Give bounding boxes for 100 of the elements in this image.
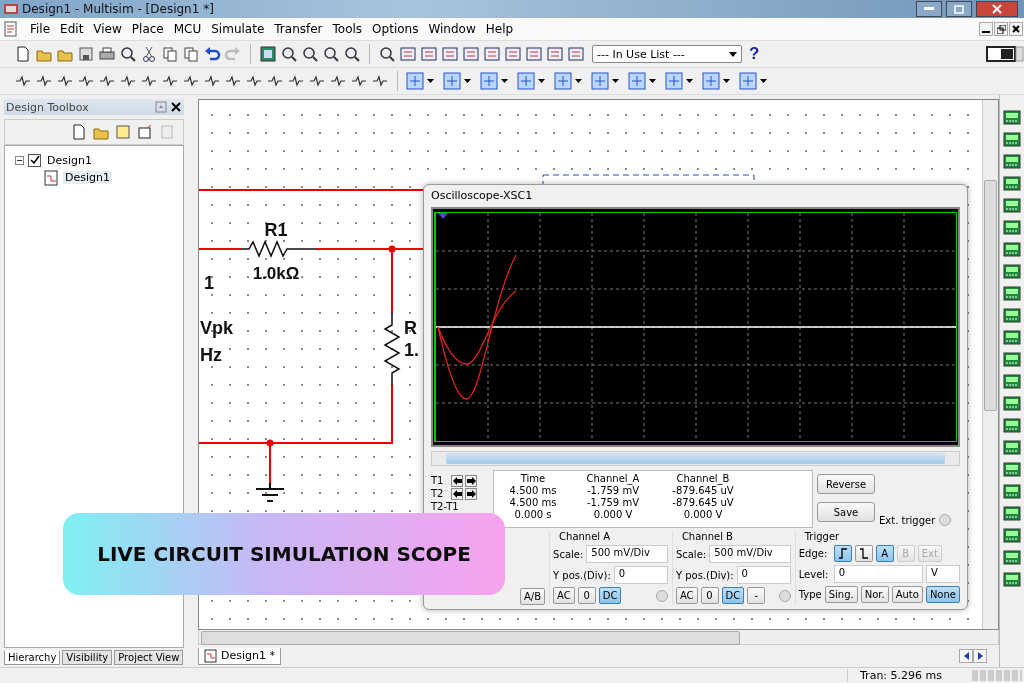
instrument-icon[interactable] <box>1003 307 1021 325</box>
checkbox[interactable] <box>28 154 41 167</box>
y-position-field[interactable]: 0 <box>613 566 668 584</box>
toolbar-tool-icon[interactable] <box>546 45 564 63</box>
scroll-bar[interactable] <box>198 630 999 645</box>
instrument-icon[interactable] <box>1003 417 1021 435</box>
cursor-left-button[interactable] <box>451 487 463 500</box>
coupling-button[interactable]: AC <box>675 587 698 604</box>
cursor-marker-icon[interactable] <box>438 213 448 219</box>
window-icon[interactable] <box>137 124 153 140</box>
cursor-left-button[interactable] <box>451 474 463 487</box>
instrument-icon[interactable] <box>1003 505 1021 523</box>
instrument-icon[interactable] <box>1003 175 1021 193</box>
menu-item[interactable]: Transfer <box>269 22 328 36</box>
menu-item[interactable]: MCU <box>168 22 207 36</box>
scroll-right-button[interactable] <box>973 649 987 663</box>
scroll-thumb[interactable] <box>984 180 997 411</box>
tree-item[interactable]: Design1 <box>45 154 94 167</box>
panel-tab[interactable]: Project View <box>114 650 184 665</box>
toolbar-tool-icon[interactable] <box>504 45 522 63</box>
component-list-dropdown[interactable]: --- In Use List --- <box>592 45 742 63</box>
scale-field[interactable]: 500 mV/Div <box>586 545 668 563</box>
size-grip[interactable] <box>972 670 1022 681</box>
menu-item[interactable]: Place <box>126 22 169 36</box>
falling-edge-button[interactable] <box>854 545 873 562</box>
toolbar-tool-icon[interactable] <box>420 45 438 63</box>
instrument-icon[interactable] <box>1003 527 1021 545</box>
cursor-right-button[interactable] <box>465 474 477 487</box>
scroll-bar[interactable] <box>431 451 960 466</box>
restore-button[interactable] <box>994 22 1008 36</box>
unit-field[interactable]: V <box>926 565 960 583</box>
scroll-bar[interactable] <box>982 100 998 629</box>
menu-item[interactable]: File <box>25 22 56 36</box>
instrument-icon[interactable] <box>1003 241 1021 259</box>
coupling-button[interactable]: 0 <box>577 587 596 604</box>
new-file-icon[interactable] <box>14 45 32 63</box>
coupling-button[interactable]: 0 <box>700 587 719 604</box>
trigger-type-button[interactable]: Nor. <box>860 586 889 603</box>
instrument-icon[interactable] <box>1003 329 1021 347</box>
instrument-icon[interactable] <box>1003 131 1021 149</box>
instrument-icon[interactable] <box>1003 351 1021 369</box>
scroll-thumb[interactable] <box>201 631 740 645</box>
menu-item[interactable]: Simulate <box>206 22 270 36</box>
menu-item[interactable]: Tools <box>327 22 368 36</box>
trigger-type-button[interactable]: None <box>925 586 960 603</box>
undo-icon[interactable] <box>203 45 221 63</box>
trigger-type-button[interactable]: Auto <box>891 586 923 603</box>
coupling-button[interactable]: DC <box>598 587 622 604</box>
instrument-icon[interactable] <box>1003 197 1021 215</box>
instrument-icon[interactable] <box>1003 263 1021 281</box>
minimize-button[interactable] <box>979 22 993 36</box>
coupling-button[interactable]: AC <box>553 587 575 604</box>
magnifier-icon[interactable] <box>301 45 319 63</box>
magnifier-icon[interactable] <box>378 45 396 63</box>
menu-item[interactable]: Edit <box>55 22 89 36</box>
magnifier-icon[interactable] <box>119 45 137 63</box>
instrument-icon[interactable] <box>1003 109 1021 127</box>
caret-icon[interactable] <box>501 79 508 83</box>
toolbar-tool-icon[interactable] <box>525 45 543 63</box>
toolbar-tool-icon[interactable] <box>567 45 585 63</box>
trigger-type-button[interactable]: Sing. <box>824 586 858 603</box>
caret-icon[interactable] <box>575 79 582 83</box>
maximize-button[interactable] <box>946 1 972 17</box>
new-file-icon[interactable] <box>71 124 87 140</box>
menu-item[interactable]: Help <box>480 22 519 36</box>
toolbar-tool-icon[interactable] <box>441 45 459 63</box>
rising-edge-button[interactable] <box>833 545 852 562</box>
panel-tab[interactable]: Visibility <box>62 650 113 665</box>
caret-icon[interactable] <box>686 79 693 83</box>
scope-button[interactable]: Save <box>817 502 875 522</box>
instrument-icon[interactable] <box>1003 395 1021 413</box>
caret-icon[interactable] <box>760 79 767 83</box>
instrument-icon[interactable] <box>1003 153 1021 171</box>
instrument-icon[interactable] <box>1003 439 1021 457</box>
caret-icon[interactable] <box>612 79 619 83</box>
instrument-icon[interactable] <box>1003 571 1021 589</box>
caret-icon[interactable] <box>538 79 545 83</box>
magnifier-icon[interactable] <box>343 45 361 63</box>
caret-icon[interactable] <box>464 79 471 83</box>
collapse-icon[interactable] <box>15 156 24 165</box>
close-button[interactable] <box>1009 22 1023 36</box>
toolbar-tool-icon[interactable] <box>462 45 480 63</box>
scissors-icon[interactable] <box>140 45 158 63</box>
toolbar-tool-icon[interactable] <box>259 45 277 63</box>
caret-icon[interactable] <box>649 79 656 83</box>
magnifier-icon[interactable] <box>280 45 298 63</box>
close-button[interactable] <box>976 1 1018 17</box>
copy-icon[interactable] <box>161 45 179 63</box>
scroll-left-button[interactable] <box>959 649 973 663</box>
scope-button[interactable]: Reverse <box>817 474 875 494</box>
instrument-icon[interactable] <box>1003 373 1021 391</box>
minimize-button[interactable] <box>916 1 942 17</box>
close-icon[interactable] <box>170 101 182 113</box>
help-button[interactable]: ? <box>745 44 764 64</box>
printer-icon[interactable] <box>98 45 116 63</box>
cursor-right-button[interactable] <box>465 487 477 500</box>
magnifier-icon[interactable] <box>322 45 340 63</box>
menu-item[interactable]: Window <box>423 22 481 36</box>
copy-icon[interactable] <box>182 45 200 63</box>
scroll-thumb[interactable] <box>446 453 945 464</box>
